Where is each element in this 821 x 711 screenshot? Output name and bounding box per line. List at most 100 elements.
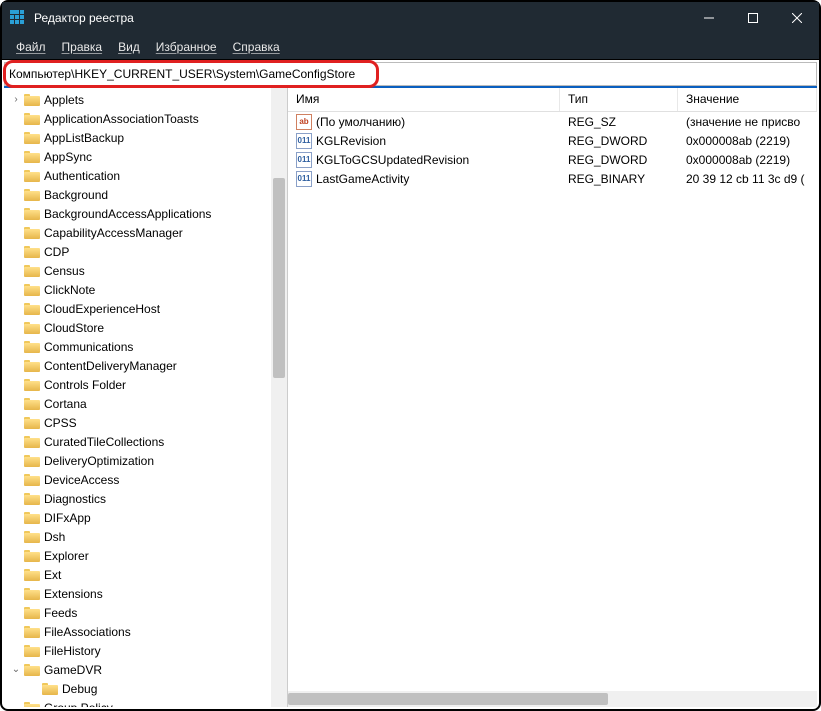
- tree-item[interactable]: Group Policy: [4, 698, 287, 707]
- maximize-button[interactable]: [731, 2, 775, 34]
- binary-value-icon: 011: [296, 171, 312, 187]
- folder-icon: [24, 207, 40, 220]
- folder-icon: [24, 701, 40, 707]
- tree-item[interactable]: Diagnostics: [4, 489, 287, 508]
- folder-icon: [24, 454, 40, 467]
- tree-item[interactable]: CloudExperienceHost: [4, 299, 287, 318]
- tree-item-label: Dsh: [44, 530, 65, 544]
- tree-item-label: Explorer: [44, 549, 89, 563]
- tree-item-label: ContentDeliveryManager: [44, 359, 177, 373]
- header-type[interactable]: Тип: [560, 88, 678, 111]
- tree-item[interactable]: DIFxApp: [4, 508, 287, 527]
- tree-item-label: DeviceAccess: [44, 473, 119, 487]
- menu-view[interactable]: Вид: [110, 36, 148, 58]
- tree-item[interactable]: Communications: [4, 337, 287, 356]
- list-row[interactable]: ab(По умолчанию)REG_SZ(значение не присв…: [288, 112, 817, 131]
- value-data: 0x000008ab (2219): [678, 153, 817, 167]
- scrollbar-thumb[interactable]: [273, 178, 285, 378]
- tree-item[interactable]: ClickNote: [4, 280, 287, 299]
- menu-file[interactable]: Файл: [8, 36, 54, 58]
- folder-icon: [24, 549, 40, 562]
- folder-icon: [24, 264, 40, 277]
- tree-item[interactable]: DeviceAccess: [4, 470, 287, 489]
- tree-item[interactable]: Debug: [4, 679, 287, 698]
- list-panel: Имя Тип Значение ab(По умолчанию)REG_SZ(…: [288, 88, 817, 707]
- tree-item[interactable]: Controls Folder: [4, 375, 287, 394]
- folder-icon: [24, 245, 40, 258]
- value-data: (значение не присво: [678, 115, 817, 129]
- folder-icon: [24, 435, 40, 448]
- minimize-button[interactable]: [687, 2, 731, 34]
- menu-edit[interactable]: Правка: [54, 36, 111, 58]
- tree-item[interactable]: AppSync: [4, 147, 287, 166]
- chevron-icon[interactable]: ⌄: [10, 664, 22, 675]
- folder-icon: [42, 682, 58, 695]
- tree-item[interactable]: FileAssociations: [4, 622, 287, 641]
- chevron-icon[interactable]: ›: [10, 94, 22, 105]
- tree-item[interactable]: CPSS: [4, 413, 287, 432]
- header-name[interactable]: Имя: [288, 88, 560, 111]
- tree-item[interactable]: Authentication: [4, 166, 287, 185]
- string-value-icon: ab: [296, 114, 312, 130]
- tree-item[interactable]: Feeds: [4, 603, 287, 622]
- folder-icon: [24, 568, 40, 581]
- tree-item-label: FileAssociations: [44, 625, 131, 639]
- close-button[interactable]: [775, 2, 819, 34]
- tree-item[interactable]: ⌄ GameDVR: [4, 660, 287, 679]
- scrollbar-thumb[interactable]: [288, 693, 608, 705]
- value-data: 0x000008ab (2219): [678, 134, 817, 148]
- folder-icon: [24, 302, 40, 315]
- tree-item[interactable]: DeliveryOptimization: [4, 451, 287, 470]
- value-name: (По умолчанию): [316, 115, 405, 129]
- folder-icon: [24, 663, 40, 676]
- tree-item-label: CapabilityAccessManager: [44, 226, 183, 240]
- tree-item-label: Cortana: [44, 397, 87, 411]
- tree-item[interactable]: ContentDeliveryManager: [4, 356, 287, 375]
- tree-item[interactable]: Census: [4, 261, 287, 280]
- folder-icon: [24, 397, 40, 410]
- tree-item-label: Group Policy: [44, 701, 113, 708]
- tree-item[interactable]: ApplicationAssociationToasts: [4, 109, 287, 128]
- folder-icon: [24, 378, 40, 391]
- menu-help[interactable]: Справка: [225, 36, 288, 58]
- tree-item[interactable]: CDP: [4, 242, 287, 261]
- value-type: REG_DWORD: [560, 153, 678, 167]
- tree-item-label: Debug: [62, 682, 97, 696]
- list-h-scrollbar[interactable]: [288, 691, 817, 707]
- tree-item[interactable]: Cortana: [4, 394, 287, 413]
- tree-item-label: CuratedTileCollections: [44, 435, 164, 449]
- tree-item[interactable]: Explorer: [4, 546, 287, 565]
- tree-scrollbar[interactable]: [271, 88, 287, 707]
- header-value[interactable]: Значение: [678, 88, 817, 111]
- tree-item[interactable]: CloudStore: [4, 318, 287, 337]
- tree-item[interactable]: BackgroundAccessApplications: [4, 204, 287, 223]
- address-bar[interactable]: Компьютер\HKEY_CURRENT_USER\System\GameC…: [4, 62, 817, 86]
- menu-favorites[interactable]: Избранное: [148, 36, 225, 58]
- tree-item-label: GameDVR: [44, 663, 102, 677]
- window-controls: [687, 2, 819, 34]
- tree-item-label: FileHistory: [44, 644, 101, 658]
- tree-item[interactable]: AppListBackup: [4, 128, 287, 147]
- list-rows: ab(По умолчанию)REG_SZ(значение не присв…: [288, 112, 817, 691]
- folder-icon: [24, 587, 40, 600]
- tree-item[interactable]: Extensions: [4, 584, 287, 603]
- value-name: LastGameActivity: [316, 172, 409, 186]
- list-row[interactable]: 011KGLRevisionREG_DWORD0x000008ab (2219): [288, 131, 817, 150]
- tree-item[interactable]: Background: [4, 185, 287, 204]
- tree-item[interactable]: Dsh: [4, 527, 287, 546]
- tree-item[interactable]: CuratedTileCollections: [4, 432, 287, 451]
- tree-item-label: ApplicationAssociationToasts: [44, 112, 199, 126]
- list-row[interactable]: 011LastGameActivityREG_BINARY20 39 12 cb…: [288, 169, 817, 188]
- tree-item[interactable]: Ext: [4, 565, 287, 584]
- folder-icon: [24, 625, 40, 638]
- list-row[interactable]: 011KGLToGCSUpdatedRevisionREG_DWORD0x000…: [288, 150, 817, 169]
- tree-item[interactable]: ›Applets: [4, 90, 287, 109]
- tree-item[interactable]: FileHistory: [4, 641, 287, 660]
- folder-icon: [24, 226, 40, 239]
- window-title: Редактор реестра: [34, 11, 687, 25]
- tree-item-label: DIFxApp: [44, 511, 91, 525]
- menu-bar: Файл Правка Вид Избранное Справка: [2, 34, 819, 60]
- folder-icon: [24, 150, 40, 163]
- tree-item[interactable]: CapabilityAccessManager: [4, 223, 287, 242]
- list-headers: Имя Тип Значение: [288, 88, 817, 112]
